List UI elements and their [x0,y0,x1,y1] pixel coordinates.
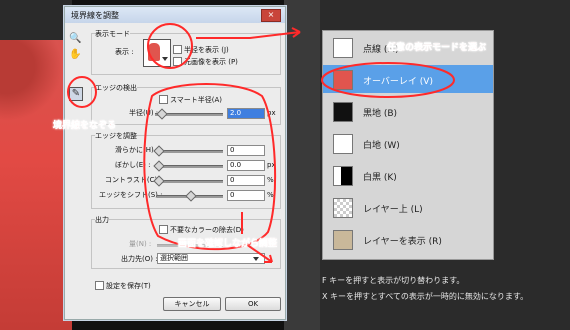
annotation-trace-edge: 境界線をなぞる [53,121,117,132]
annotation-adjust-while-checking: 画面を確認しながら調整 [178,239,278,250]
annotation-choose-mode: 任意の表示モードを選ぶ [387,43,487,54]
